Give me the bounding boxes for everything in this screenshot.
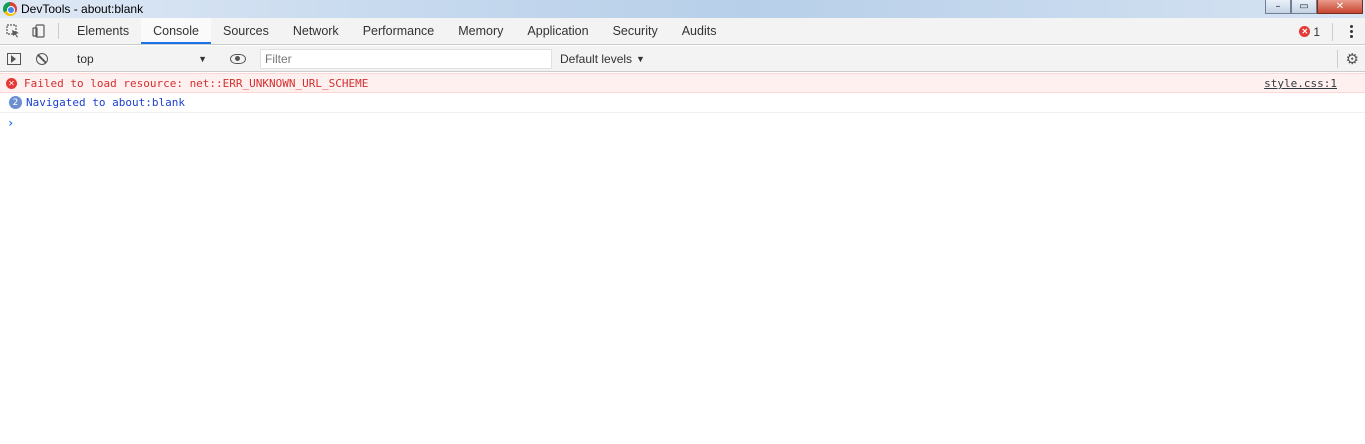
- window-title: DevTools - about:blank: [21, 2, 144, 16]
- tab-application[interactable]: Application: [515, 18, 600, 44]
- context-value: top: [77, 51, 94, 66]
- tab-audits[interactable]: Audits: [670, 18, 729, 44]
- tab-console[interactable]: Console: [141, 18, 211, 44]
- chrome-logo-icon: [3, 2, 17, 16]
- context-selector[interactable]: top ▼: [73, 49, 211, 69]
- log-levels-label: Default levels: [560, 51, 633, 66]
- inspect-element-icon[interactable]: [0, 18, 26, 44]
- error-count-badge[interactable]: ✕ 1: [1299, 25, 1320, 39]
- tab-sources[interactable]: Sources: [211, 18, 281, 44]
- tab-performance[interactable]: Performance: [351, 18, 447, 44]
- message-text: Navigated to about:blank: [26, 96, 185, 109]
- maximize-button[interactable]: ▭: [1291, 0, 1317, 14]
- clear-icon: [36, 52, 48, 65]
- eye-icon: [230, 53, 246, 64]
- filter-input[interactable]: [260, 48, 552, 69]
- console-message-info: 2 Navigated to about:blank: [0, 93, 1365, 113]
- more-options-icon[interactable]: [1341, 25, 1361, 38]
- tabbar-separator: [58, 23, 59, 39]
- close-window-button[interactable]: ✕: [1317, 0, 1363, 14]
- sidebar-toggle-icon: [7, 52, 21, 65]
- window-controls: – ▭ ✕: [1265, 0, 1363, 14]
- error-icon: ✕: [6, 77, 17, 89]
- tab-network[interactable]: Network: [281, 18, 351, 44]
- tab-memory[interactable]: Memory: [446, 18, 515, 44]
- tabbar-right: ✕ 1: [1299, 18, 1365, 45]
- error-icon: ✕: [1299, 26, 1311, 37]
- live-expression-button[interactable]: [224, 46, 252, 72]
- repeat-count-badge: 2: [9, 96, 22, 109]
- gear-icon[interactable]: ⚙: [1346, 51, 1359, 67]
- error-count: 1: [1313, 24, 1320, 39]
- message-source-link[interactable]: style.css:1: [1264, 77, 1337, 90]
- tabbar-right-separator: [1332, 22, 1333, 41]
- show-sidebar-button[interactable]: [0, 46, 28, 72]
- chevron-right-icon: ›: [7, 116, 15, 130]
- chevron-down-icon: ▼: [198, 53, 207, 64]
- log-levels-dropdown[interactable]: Default levels ▼: [560, 52, 645, 66]
- devtools-tabbar: Elements Console Sources Network Perform…: [0, 18, 1365, 45]
- clear-console-button[interactable]: [28, 46, 56, 72]
- tab-security[interactable]: Security: [601, 18, 670, 44]
- minimize-button[interactable]: –: [1265, 0, 1291, 14]
- chevron-down-icon: ▼: [636, 53, 645, 64]
- device-toolbar-icon[interactable]: [26, 18, 52, 44]
- console-toolbar: top ▼ Default levels ▼ ⚙: [0, 46, 1365, 72]
- message-text: Failed to load resource: net::ERR_UNKNOW…: [24, 76, 369, 90]
- toolbar-right-separator: [1336, 50, 1338, 68]
- console-messages: ✕ Failed to load resource: net::ERR_UNKN…: [0, 73, 1365, 133]
- console-message-error: ✕ Failed to load resource: net::ERR_UNKN…: [0, 73, 1365, 93]
- tab-elements[interactable]: Elements: [65, 18, 141, 44]
- window-titlebar: DevTools - about:blank – ▭ ✕: [0, 0, 1365, 18]
- console-settings: ⚙: [1336, 46, 1359, 72]
- console-prompt[interactable]: ›: [0, 113, 1365, 133]
